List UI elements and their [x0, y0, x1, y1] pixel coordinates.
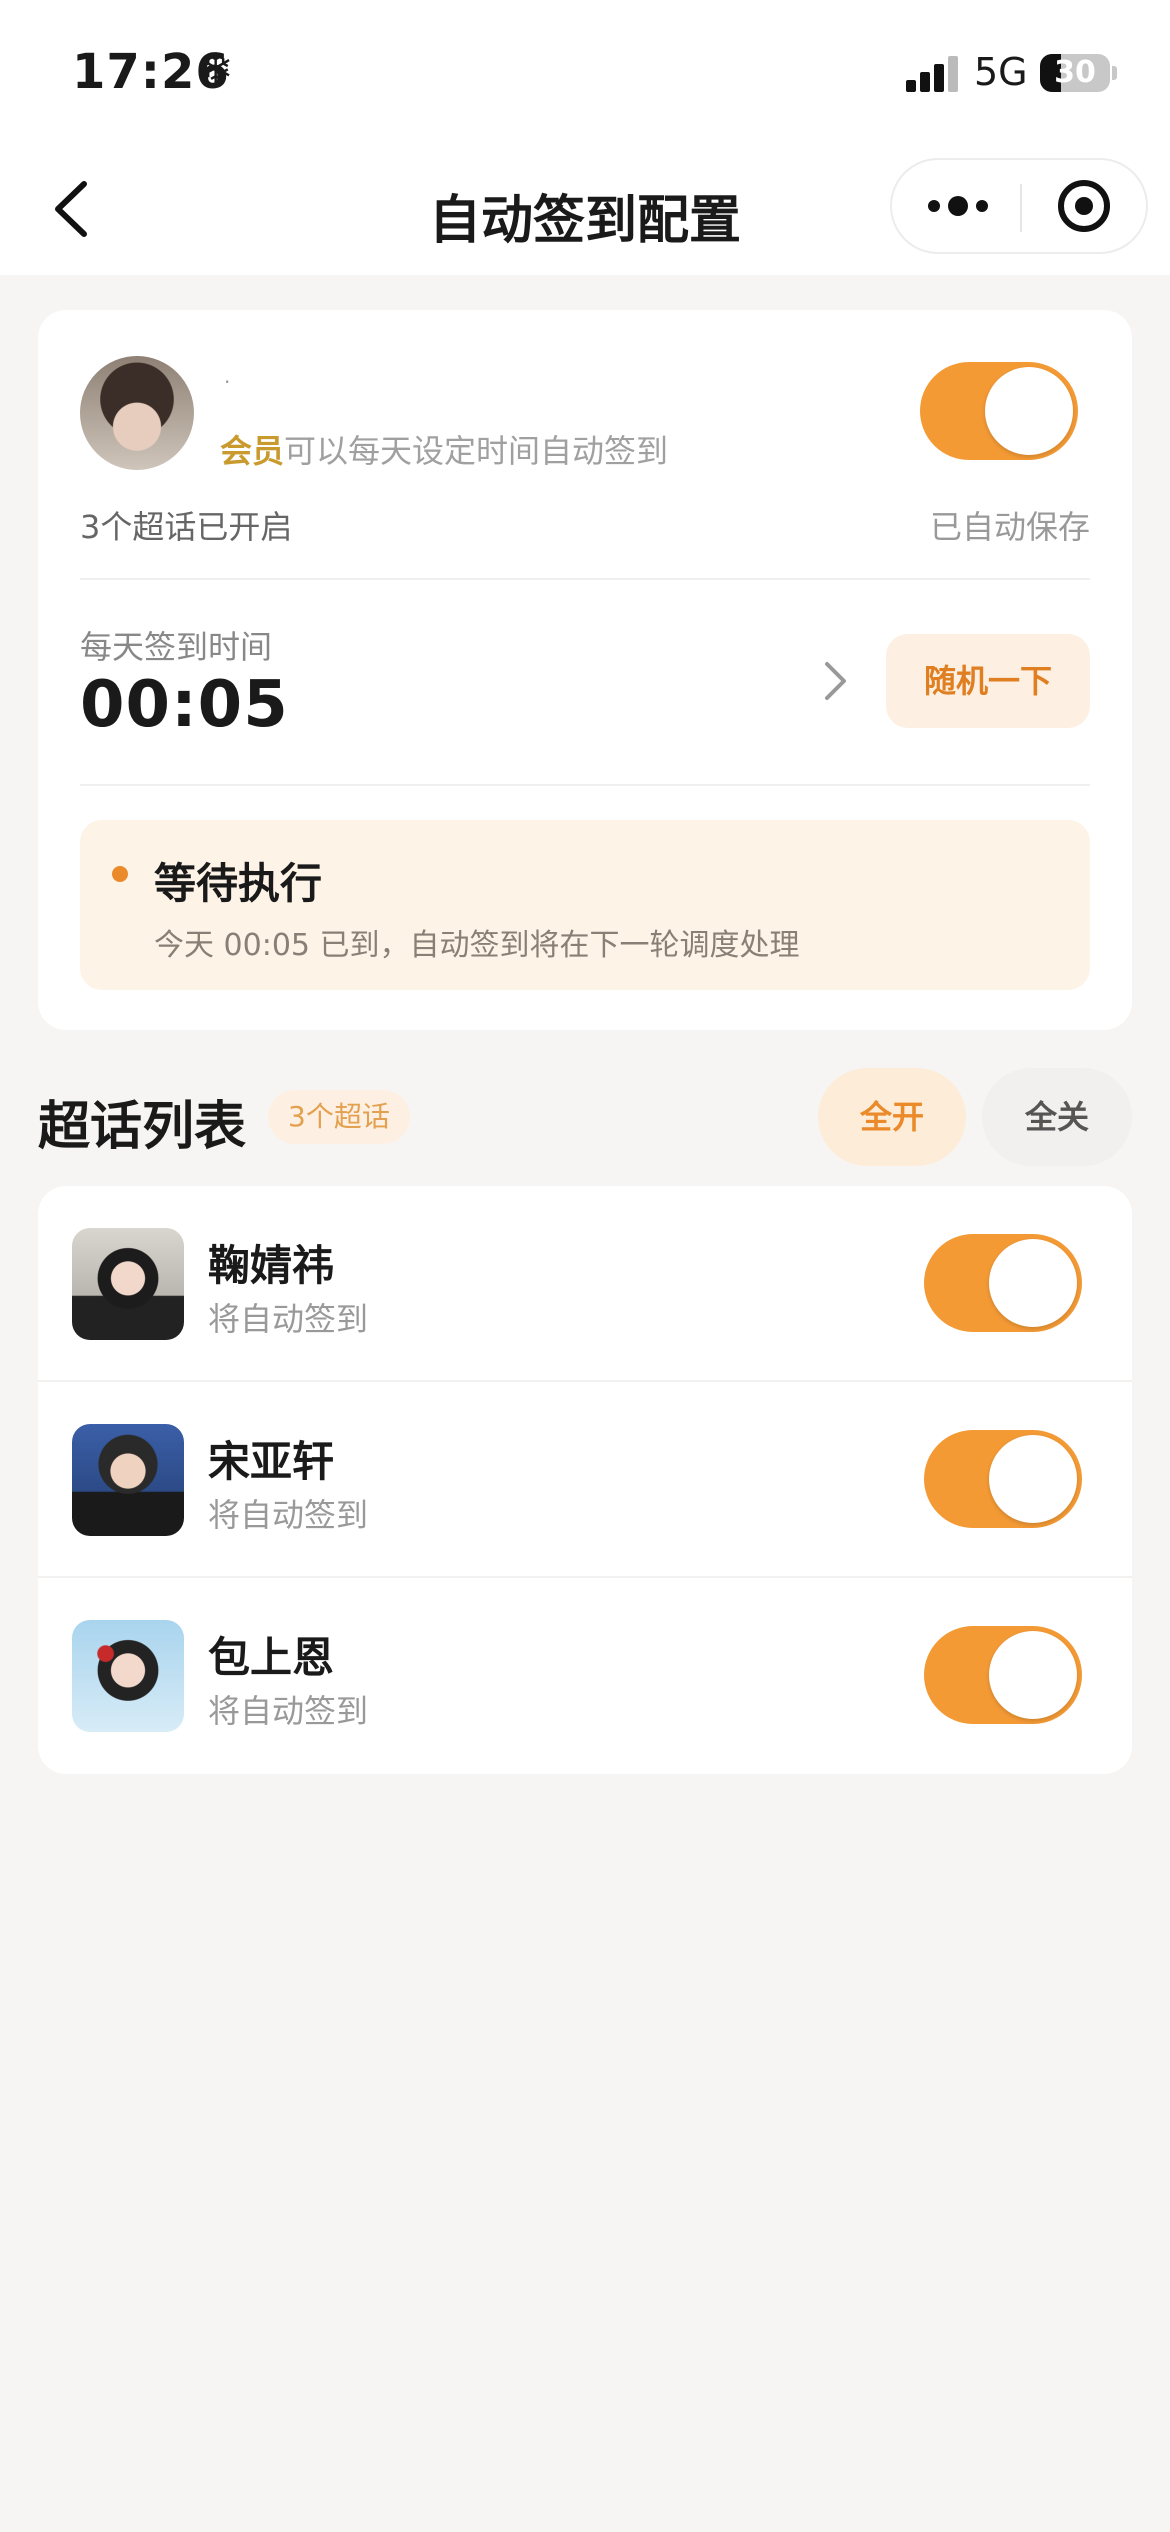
member-desc: 可以每天设定时间自动签到: [284, 432, 669, 470]
avatar: [72, 1228, 184, 1340]
status-title: 等待执行: [154, 859, 323, 908]
target-dot-icon: [1075, 197, 1093, 215]
all-off-button[interactable]: 全关: [982, 1068, 1132, 1166]
list-item: 包上恩 将自动签到: [38, 1578, 1132, 1774]
item-toggle[interactable]: [924, 1626, 1082, 1724]
item-status: 将自动签到: [208, 1692, 369, 1730]
signin-time-label: 每天签到时间: [80, 628, 273, 666]
item-name: 包上恩: [208, 1633, 335, 1682]
close-miniprogram-button[interactable]: [1022, 160, 1146, 252]
user-name: ·: [224, 370, 231, 394]
autosave-text: 已自动保存: [929, 508, 1090, 546]
open-count-text: 3个超话已开启: [80, 508, 293, 546]
item-status: 将自动签到: [208, 1496, 369, 1534]
count-badge: 3个超话: [268, 1090, 410, 1144]
avatar: [72, 1620, 184, 1732]
divider: [80, 784, 1090, 786]
avatar: [80, 356, 194, 470]
more-dot-icon: [948, 196, 968, 216]
section-title: 超话列表: [38, 1097, 247, 1157]
more-dot-icon: [976, 200, 988, 212]
divider: [80, 578, 1090, 580]
mini-program-capsule: [890, 158, 1148, 254]
item-toggle[interactable]: [924, 1234, 1082, 1332]
item-status: 将自动签到: [208, 1300, 369, 1338]
item-name: 宋亚轩: [208, 1437, 335, 1486]
battery-level: 30: [1054, 55, 1096, 90]
battery-icon: 30: [1040, 54, 1110, 92]
member-tag: 会员: [220, 432, 285, 470]
network-type: 5G: [974, 50, 1028, 94]
toggle-knob: [985, 367, 1073, 455]
signin-time-value[interactable]: 00:05: [80, 668, 289, 742]
item-name: 鞠婧祎: [208, 1241, 335, 1290]
all-on-button[interactable]: 全开: [818, 1068, 966, 1166]
avatar: [72, 1424, 184, 1536]
more-button[interactable]: [892, 160, 1020, 252]
random-time-button[interactable]: 随机一下: [886, 634, 1090, 728]
signal-icon: [906, 56, 958, 92]
toggle-knob: [989, 1631, 1077, 1719]
battery-cap: [1112, 66, 1117, 80]
status-dot-icon: [112, 866, 128, 882]
status-desc: 今天 00:05 已到，自动签到将在下一轮调度处理: [154, 928, 800, 963]
execution-status-box: 等待执行 今天 00:05 已到，自动签到将在下一轮调度处理: [80, 820, 1090, 990]
snowflake-icon: ❄: [198, 44, 234, 93]
master-auto-signin-toggle[interactable]: [920, 362, 1078, 460]
topic-list: 鞠婧祎 将自动签到 宋亚轩 将自动签到 包上恩 将自动签到: [38, 1186, 1132, 1774]
item-toggle[interactable]: [924, 1430, 1082, 1528]
status-bar: 17:26 ❄ 5G 30: [0, 0, 1170, 150]
toggle-knob: [989, 1435, 1077, 1523]
member-line: 会员可以每天设定时间自动签到: [220, 426, 668, 472]
config-card: · 会员可以每天设定时间自动签到 3个超话已开启 已自动保存 每天签到时间 00…: [38, 310, 1132, 1030]
nav-bar: 自动签到配置: [0, 150, 1170, 275]
list-item: 鞠婧祎 将自动签到: [38, 1186, 1132, 1382]
list-item: 宋亚轩 将自动签到: [38, 1382, 1132, 1578]
toggle-knob: [989, 1239, 1077, 1327]
more-dot-icon: [928, 200, 940, 212]
chevron-right-icon[interactable]: [810, 656, 860, 706]
